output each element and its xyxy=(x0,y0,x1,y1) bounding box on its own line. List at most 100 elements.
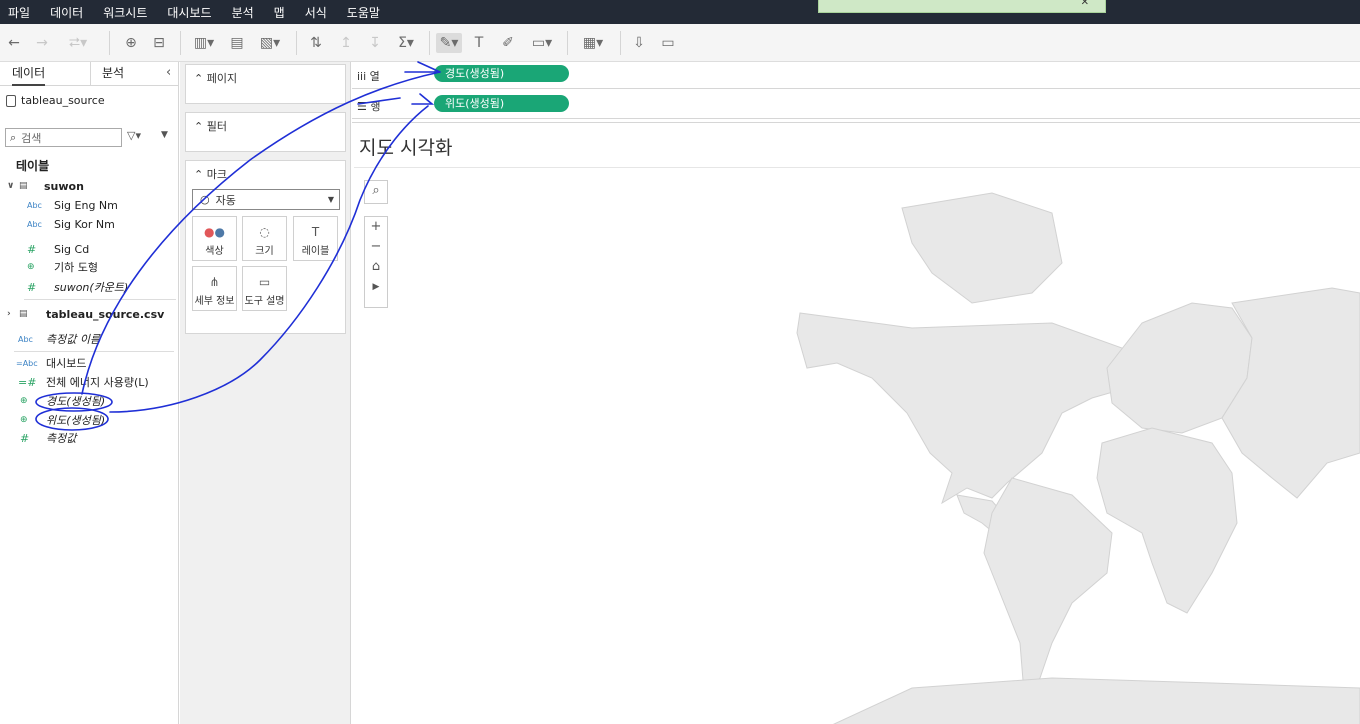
rows-pill[interactable]: 위도(생성됨) xyxy=(434,95,569,112)
menu-map[interactable]: 맵 xyxy=(274,4,285,21)
world-map xyxy=(796,192,1360,724)
number-type-icon: # xyxy=(27,280,37,294)
chevron-down-icon[interactable]: ∨ xyxy=(7,181,19,191)
size-button[interactable]: ◌ 크기 xyxy=(242,216,287,261)
cards-column: ⌃ 페이지 ⌃ 필터 ⌃ 마크 ○ 자동 ▼ ●● 색상 ◌ 크기 T 레이블 xyxy=(180,62,351,724)
filters-card-title: ⌃ 필터 xyxy=(194,120,227,133)
table-suwon[interactable]: ∨ ▤ suwon xyxy=(7,177,84,195)
filters-card[interactable]: ⌃ 필터 xyxy=(185,112,346,152)
menu-data[interactable]: 데이터 xyxy=(50,4,83,21)
field-name: 전체 에너지 사용량(L) xyxy=(46,376,149,389)
label-button[interactable]: T 레이블 xyxy=(293,216,338,261)
globe-icon: ⊕ xyxy=(20,415,28,425)
worksheet-view[interactable]: 지도 시각화 ⌕ + − ⌂ ▶ xyxy=(352,122,1360,724)
field-item[interactable]: # 측정값 xyxy=(20,429,76,447)
menu-format[interactable]: 서식 xyxy=(305,4,327,21)
menu-worksheet[interactable]: 워크시트 xyxy=(103,4,147,21)
field-name: Sig Cd xyxy=(54,242,90,256)
marks-card: ⌃ 마크 ○ 자동 ▼ ●● 색상 ◌ 크기 T 레이블 ⋔ 세부 정보 ▭ 도… xyxy=(185,160,346,334)
download-icon[interactable]: ⇩ xyxy=(630,33,648,53)
circle-icon: ○ xyxy=(200,193,210,206)
detail-button[interactable]: ⋔ 세부 정보 xyxy=(192,266,237,311)
field-item[interactable]: # Sig Cd xyxy=(27,240,89,258)
pages-card[interactable]: ⌃ 페이지 xyxy=(185,64,346,104)
size-label: 크기 xyxy=(255,246,274,257)
swap-icon[interactable]: ⇅ xyxy=(307,33,325,53)
clear-sheet-icon[interactable]: ▧▾ xyxy=(257,33,283,53)
aggregate-icon[interactable]: Σ▾ xyxy=(395,33,417,53)
datasource-icon xyxy=(6,94,16,107)
section-tables: 테이블 xyxy=(16,159,50,173)
map-south-america xyxy=(983,477,1113,695)
field-item[interactable]: =Abc 대시보드 xyxy=(16,354,86,372)
table-name: tableau_source.csv xyxy=(46,307,165,321)
tab-analysis[interactable]: 분석 xyxy=(102,62,124,86)
map-greenland xyxy=(901,192,1063,304)
tooltip-button[interactable]: ▭ 도구 설명 xyxy=(242,266,287,311)
format-icon[interactable]: ✐ xyxy=(499,33,517,53)
close-icon[interactable]: ✕ xyxy=(1081,0,1089,8)
chevron-right-icon[interactable]: › xyxy=(7,309,19,319)
map-north-america xyxy=(796,312,1143,505)
tab-data[interactable]: 데이터 xyxy=(12,62,46,86)
menu-help[interactable]: 도움말 xyxy=(347,4,380,21)
new-datasource-icon[interactable]: ⊕ xyxy=(122,33,140,53)
mark-type-select[interactable]: ○ 자동 ▼ xyxy=(192,189,340,210)
notification-banner: ✕ xyxy=(818,0,1106,13)
field-item[interactable]: ⊕ 기하 도형 xyxy=(27,258,98,276)
datasource-item[interactable]: tableau_source xyxy=(6,94,105,107)
menu-dashboard[interactable]: 대시보드 xyxy=(167,4,211,21)
undo-icon[interactable]: ← xyxy=(6,33,22,53)
number-type-icon: # xyxy=(20,431,30,445)
field-item[interactable]: Abc 측정값 이름 xyxy=(18,330,100,348)
calc-number-type-icon: =# xyxy=(18,375,37,389)
menu-bar: 파일 데이터 워크시트 대시보드 분석 맵 서식 도움말 xyxy=(0,0,1360,24)
field-item[interactable]: Abc Sig Eng Nm xyxy=(27,196,118,214)
pause-updates-icon[interactable]: ⊟ xyxy=(150,33,168,53)
field-item[interactable]: =# 전체 에너지 사용량(L) xyxy=(18,373,149,391)
field-item[interactable]: Abc Sig Kor Nm xyxy=(27,215,115,233)
labels-icon[interactable]: T xyxy=(470,33,488,53)
chevron-down-icon[interactable]: ▼ xyxy=(161,130,168,140)
show-me-icon[interactable]: ▦▾ xyxy=(578,33,608,53)
duplicate-sheet-icon[interactable]: ▤ xyxy=(227,33,247,53)
table-icon: ▤ xyxy=(19,181,28,191)
columns-shelf[interactable]: iii 열 경도(생성됨) xyxy=(352,62,1360,89)
new-worksheet-icon[interactable]: ▥▾ xyxy=(192,33,216,53)
table-tableau-source[interactable]: › ▤ tableau_source.csv xyxy=(7,305,164,323)
field-name: suwon(카운트) xyxy=(54,281,129,294)
rows-shelf[interactable]: ☰ 행 위도(생성됨) xyxy=(352,92,1360,119)
field-item[interactable]: # suwon(카운트) xyxy=(27,278,128,296)
pane-tabs: 데이터 분석 ‹ xyxy=(0,62,179,86)
tooltip-icon: ▭ xyxy=(258,275,271,289)
sort-desc-icon[interactable]: ↧ xyxy=(366,33,384,53)
field-name: 기하 도형 xyxy=(54,261,98,274)
menu-file[interactable]: 파일 xyxy=(8,4,30,21)
replay-icon[interactable]: ⮂▾ xyxy=(62,33,94,53)
string-type-icon: Abc xyxy=(18,334,33,344)
rows-shelf-label: ☰ 행 xyxy=(357,100,381,113)
redo-icon[interactable]: → xyxy=(34,33,50,53)
field-item[interactable]: ⊕ 경도(생성됨) xyxy=(20,392,105,410)
highlight-icon[interactable]: ✎▾ xyxy=(436,33,462,53)
table-icon: ▤ xyxy=(19,309,28,319)
pages-card-title: ⌃ 페이지 xyxy=(194,72,238,85)
color-button[interactable]: ●● 색상 xyxy=(192,216,237,261)
field-item[interactable]: ⊕ 위도(생성됨) xyxy=(20,411,105,429)
color-icon: ●● xyxy=(204,225,225,239)
color-label: 색상 xyxy=(205,246,224,257)
label-label: 레이블 xyxy=(301,246,330,257)
map-africa xyxy=(1096,427,1238,614)
columns-pill[interactable]: 경도(생성됨) xyxy=(434,65,569,82)
string-type-icon: Abc xyxy=(27,200,42,210)
string-type-icon: Abc xyxy=(27,219,42,229)
search-input[interactable]: ⌕ 검색 xyxy=(5,128,122,147)
menu-analysis[interactable]: 분석 xyxy=(232,4,254,21)
presentation-icon[interactable]: ▭ xyxy=(658,33,678,53)
filter-icon[interactable]: ▽▾ xyxy=(127,129,141,142)
sort-asc-icon[interactable]: ↥ xyxy=(337,33,355,53)
field-name: 위도(생성됨) xyxy=(46,414,106,427)
toolbar: ← → ⮂▾ ⊕ ⊟ ▥▾ ▤ ▧▾ ⇅ ↥ ↧ Σ▾ ✎▾ T ✐ ▭▾ ▦▾… xyxy=(0,24,1360,62)
fit-icon[interactable]: ▭▾ xyxy=(528,33,556,53)
chevron-left-icon[interactable]: ‹ xyxy=(166,65,171,80)
